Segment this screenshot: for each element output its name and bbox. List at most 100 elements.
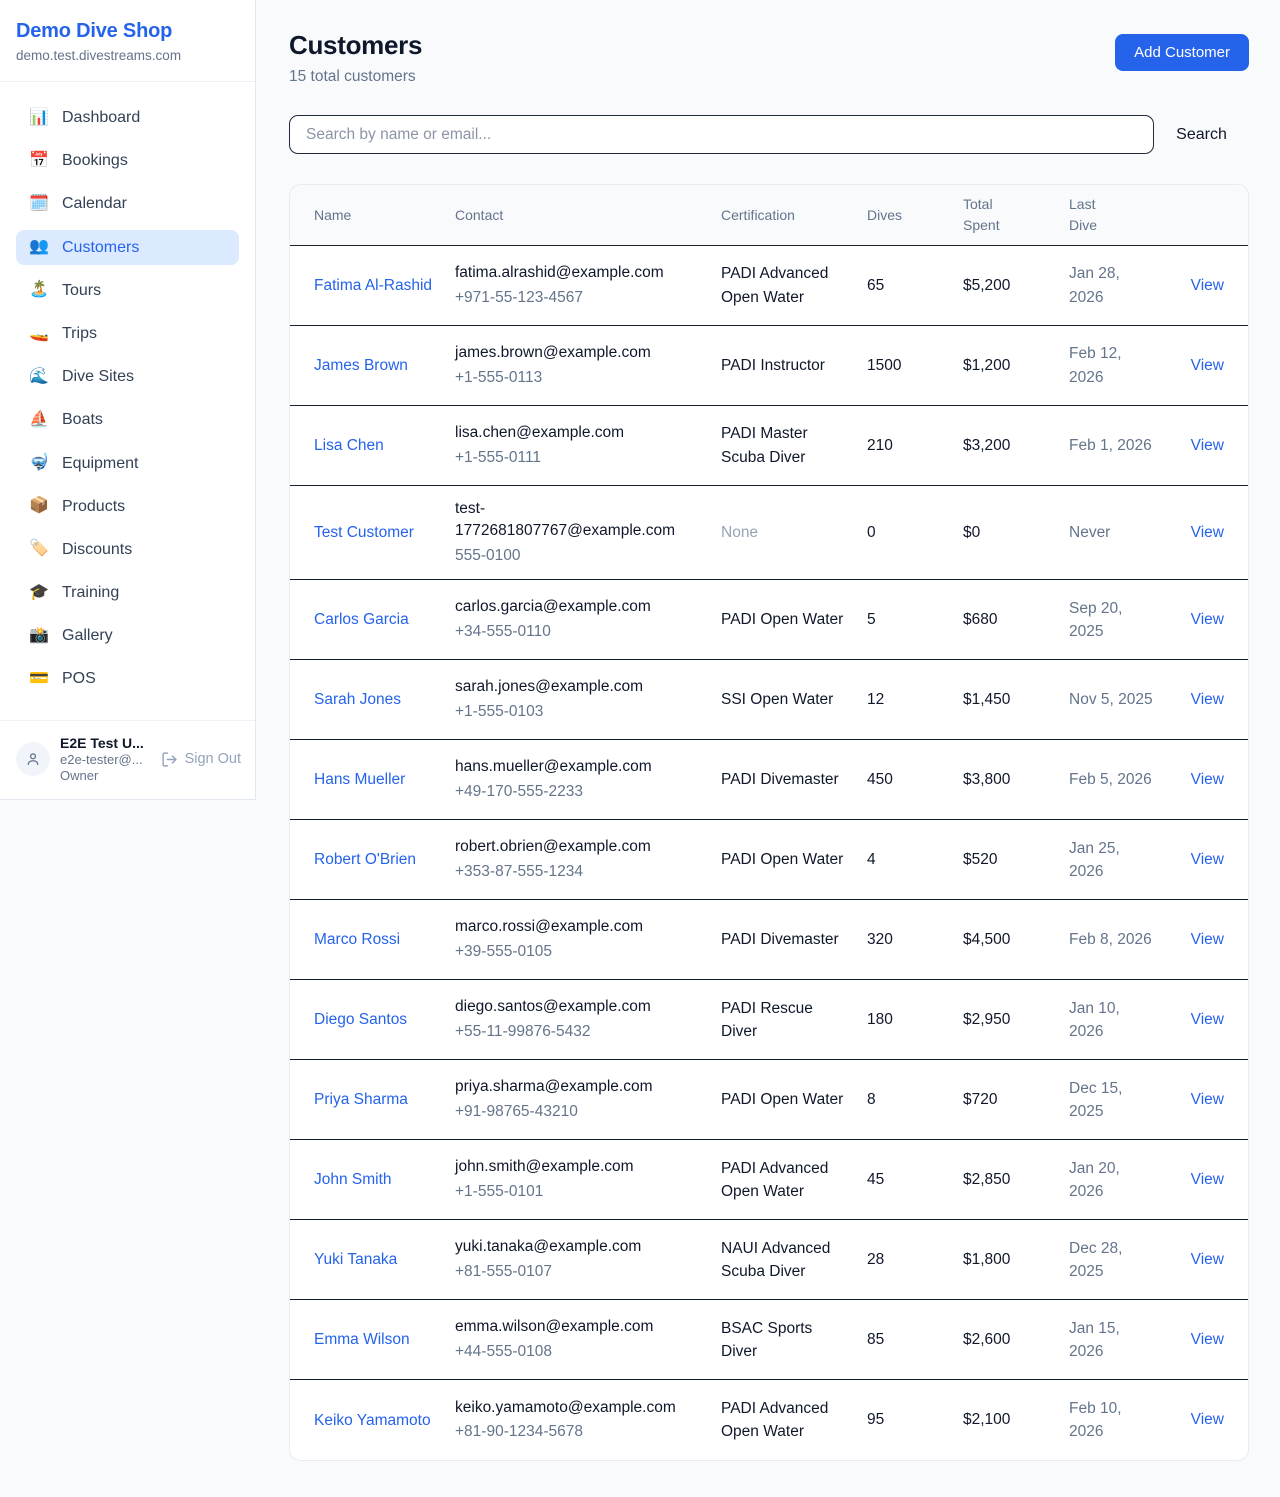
- customer-name-link[interactable]: Robert O'Brien: [314, 851, 416, 868]
- column-header-dives: Dives: [867, 205, 947, 226]
- sidebar-item-bookings[interactable]: 📅 Bookings: [16, 143, 239, 178]
- sidebar-item-equipment[interactable]: 🤿 Equipment: [16, 446, 239, 481]
- actions-cell: View: [1169, 1411, 1224, 1429]
- certification-cell: PADI Advanced Open Water: [721, 1157, 851, 1204]
- contact-cell: robert.obrien@example.com +353-87-555-12…: [455, 836, 705, 883]
- view-link[interactable]: View: [1191, 1251, 1224, 1268]
- contact-cell: carlos.garcia@example.com +34-555-0110: [455, 596, 705, 643]
- customer-name-link[interactable]: Keiko Yamamoto: [314, 1412, 431, 1429]
- last-dive-cell: Nov 5, 2025: [1069, 688, 1153, 711]
- view-link[interactable]: View: [1191, 1091, 1224, 1108]
- total-spent-cell: $5,200: [963, 277, 1053, 295]
- view-link[interactable]: View: [1191, 1331, 1224, 1348]
- view-link[interactable]: View: [1191, 1171, 1224, 1188]
- customer-phone: +34-555-0110: [455, 621, 705, 643]
- customer-name-link[interactable]: Marco Rossi: [314, 931, 400, 948]
- dives-cell: 4: [867, 851, 947, 869]
- sidebar-nav: 📊 Dashboard 📅 Bookings 🗓️ Calendar 👥 Cus…: [0, 82, 255, 715]
- table-row: Sarah Jones sarah.jones@example.com +1-5…: [290, 660, 1248, 740]
- customer-phone: +81-90-1234-5678: [455, 1421, 705, 1443]
- customer-name-cell: Marco Rossi: [314, 928, 439, 951]
- dives-cell: 95: [867, 1411, 947, 1429]
- certification-cell: PADI Open Water: [721, 1088, 851, 1111]
- view-link[interactable]: View: [1191, 931, 1224, 948]
- column-header-certification: Certification: [721, 205, 851, 226]
- view-link[interactable]: View: [1191, 611, 1224, 628]
- sidebar-item-gallery[interactable]: 📸 Gallery: [16, 618, 239, 653]
- customer-phone: +49-170-555-2233: [455, 781, 705, 803]
- sidebar-item-training[interactable]: 🎓 Training: [16, 575, 239, 610]
- customer-name-cell: Yuki Tanaka: [314, 1248, 439, 1271]
- table-row: Yuki Tanaka yuki.tanaka@example.com +81-…: [290, 1220, 1248, 1300]
- column-header-contact: Contact: [455, 205, 705, 226]
- view-link[interactable]: View: [1191, 1011, 1224, 1028]
- sidebar-item-boats[interactable]: ⛵ Boats: [16, 402, 239, 437]
- view-link[interactable]: View: [1191, 1411, 1224, 1428]
- sign-out-button[interactable]: Sign Out: [161, 751, 241, 768]
- customer-name-cell: John Smith: [314, 1168, 439, 1191]
- last-dive-cell: Feb 10, 2026: [1069, 1397, 1153, 1444]
- customer-count: 15 total customers: [289, 68, 422, 86]
- certification-cell: BSAC Sports Diver: [721, 1317, 851, 1364]
- sidebar-item-trips[interactable]: 🚤 Trips: [16, 316, 239, 351]
- sidebar-item-label: Gallery: [62, 626, 113, 645]
- add-customer-button[interactable]: Add Customer: [1115, 34, 1249, 71]
- customer-name-link[interactable]: Diego Santos: [314, 1011, 407, 1028]
- last-dive-cell: Feb 1, 2026: [1069, 434, 1153, 457]
- sidebar-item-discounts[interactable]: 🏷️ Discounts: [16, 532, 239, 567]
- customers-table: Name Contact Certification Dives Total S…: [289, 184, 1249, 1461]
- customer-name-link[interactable]: Yuki Tanaka: [314, 1251, 397, 1268]
- customer-name-link[interactable]: Fatima Al-Rashid: [314, 277, 432, 294]
- sidebar-item-products[interactable]: 📦 Products: [16, 489, 239, 524]
- table-row: Carlos Garcia carlos.garcia@example.com …: [290, 580, 1248, 660]
- user-email: e2e-tester@...: [60, 752, 144, 767]
- customer-phone: +55-11-99876-5432: [455, 1021, 705, 1043]
- customer-name-link[interactable]: Emma Wilson: [314, 1331, 410, 1348]
- customer-name-link[interactable]: Sarah Jones: [314, 691, 401, 708]
- table-row: Emma Wilson emma.wilson@example.com +44-…: [290, 1300, 1248, 1380]
- total-spent-cell: $3,800: [963, 771, 1053, 789]
- certification-cell: PADI Instructor: [721, 354, 851, 377]
- brand-title: Demo Dive Shop: [16, 20, 239, 43]
- certification-cell: PADI Open Water: [721, 848, 851, 871]
- customer-name-link[interactable]: John Smith: [314, 1171, 392, 1188]
- view-link[interactable]: View: [1191, 524, 1224, 541]
- contact-cell: test-1772681807767@example.com 555-0100: [455, 498, 705, 567]
- sidebar-item-label: Bookings: [62, 151, 128, 170]
- actions-cell: View: [1169, 1251, 1224, 1269]
- total-spent-cell: $0: [963, 524, 1053, 542]
- view-link[interactable]: View: [1191, 277, 1224, 294]
- view-link[interactable]: View: [1191, 771, 1224, 788]
- search-button[interactable]: Search: [1154, 126, 1249, 144]
- view-link[interactable]: View: [1191, 851, 1224, 868]
- view-link[interactable]: View: [1191, 437, 1224, 454]
- dives-cell: 85: [867, 1331, 947, 1349]
- customer-name-link[interactable]: Lisa Chen: [314, 437, 384, 454]
- customer-name-link[interactable]: Priya Sharma: [314, 1091, 408, 1108]
- customer-email: john.smith@example.com: [455, 1156, 705, 1178]
- sidebar-item-calendar[interactable]: 🗓️ Calendar: [16, 186, 239, 221]
- customer-name-link[interactable]: James Brown: [314, 357, 408, 374]
- total-spent-cell: $2,850: [963, 1171, 1053, 1189]
- sidebar-item-customers[interactable]: 👥 Customers: [16, 230, 239, 265]
- customer-name-link[interactable]: Hans Mueller: [314, 771, 405, 788]
- contact-cell: hans.mueller@example.com +49-170-555-223…: [455, 756, 705, 803]
- customer-name-cell: James Brown: [314, 354, 439, 377]
- certification-cell: PADI Advanced Open Water: [721, 1397, 851, 1444]
- customer-phone: +39-555-0105: [455, 941, 705, 963]
- customer-phone: +1-555-0111: [455, 447, 705, 469]
- customer-name-link[interactable]: Test Customer: [314, 524, 414, 541]
- search-input[interactable]: [289, 115, 1154, 154]
- total-spent-cell: $2,100: [963, 1411, 1053, 1429]
- sidebar-item-dashboard[interactable]: 📊 Dashboard: [16, 100, 239, 135]
- customer-name-link[interactable]: Carlos Garcia: [314, 611, 409, 628]
- view-link[interactable]: View: [1191, 357, 1224, 374]
- sidebar-item-tours[interactable]: 🏝️ Tours: [16, 273, 239, 308]
- sidebar-item-dive-sites[interactable]: 🌊 Dive Sites: [16, 359, 239, 394]
- actions-cell: View: [1169, 277, 1224, 295]
- table-row: Fatima Al-Rashid fatima.alrashid@example…: [290, 246, 1248, 326]
- certification-cell: SSI Open Water: [721, 688, 851, 711]
- view-link[interactable]: View: [1191, 691, 1224, 708]
- sidebar-item-pos[interactable]: 💳 POS: [16, 661, 239, 696]
- user-meta: E2E Test U... e2e-tester@... Owner: [60, 735, 144, 783]
